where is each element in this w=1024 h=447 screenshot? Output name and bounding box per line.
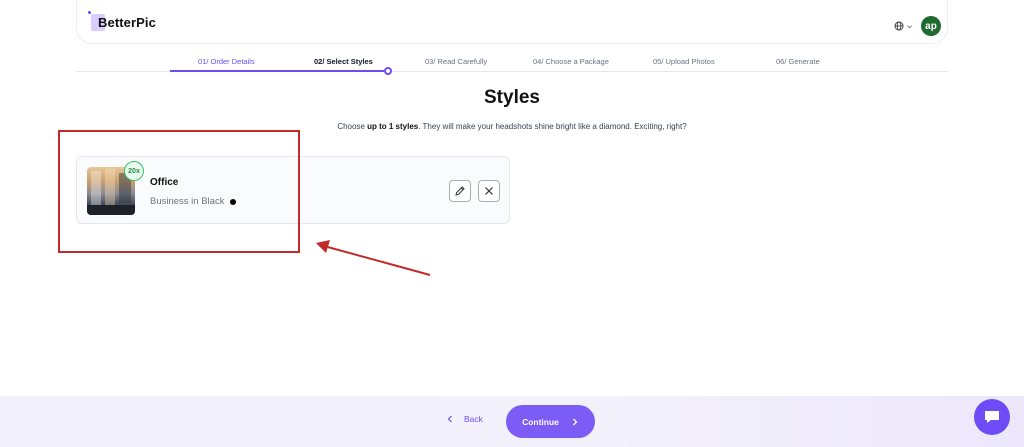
steps-progress (170, 70, 388, 72)
chevron-right-icon (572, 418, 578, 425)
page-title: Styles (484, 87, 540, 108)
globe-icon (894, 21, 904, 31)
back-label: Back (464, 414, 483, 424)
steps-progress-knob (384, 67, 392, 75)
step-select-styles[interactable]: 02/ Select Styles (314, 57, 373, 66)
step-read-carefully: 03/ Read Carefully (425, 57, 488, 66)
chat-icon (985, 411, 999, 423)
logo[interactable]: BetterPic (88, 11, 156, 31)
logo-text: BetterPic (98, 15, 156, 30)
step-choose-package: 04/ Choose a Package (533, 57, 609, 66)
step-generate: 06/ Generate (776, 57, 820, 66)
pencil-icon (455, 186, 465, 196)
chat-button[interactable] (974, 399, 1010, 435)
chevron-left-icon (447, 415, 452, 423)
top-header: BetterPic ap (76, 0, 948, 44)
continue-button[interactable]: Continue (506, 405, 595, 438)
page: BetterPic ap 01/ Order Details 02/ Selec… (0, 0, 1024, 447)
avatar[interactable]: ap (921, 16, 941, 36)
annotation-arrow (316, 240, 431, 276)
remove-style-button[interactable] (478, 180, 500, 202)
chevron-down-icon (907, 24, 912, 28)
language-selector[interactable] (894, 21, 913, 31)
step-upload-photos: 05/ Upload Photos (653, 57, 715, 66)
step-order-details[interactable]: 01/ Order Details (198, 57, 255, 66)
edit-style-button[interactable] (449, 180, 471, 202)
annotation-highlight-box (58, 130, 300, 253)
header-actions: ap (894, 16, 941, 36)
back-button[interactable]: Back (446, 414, 483, 424)
close-icon (485, 187, 493, 195)
continue-label: Continue (522, 416, 559, 427)
